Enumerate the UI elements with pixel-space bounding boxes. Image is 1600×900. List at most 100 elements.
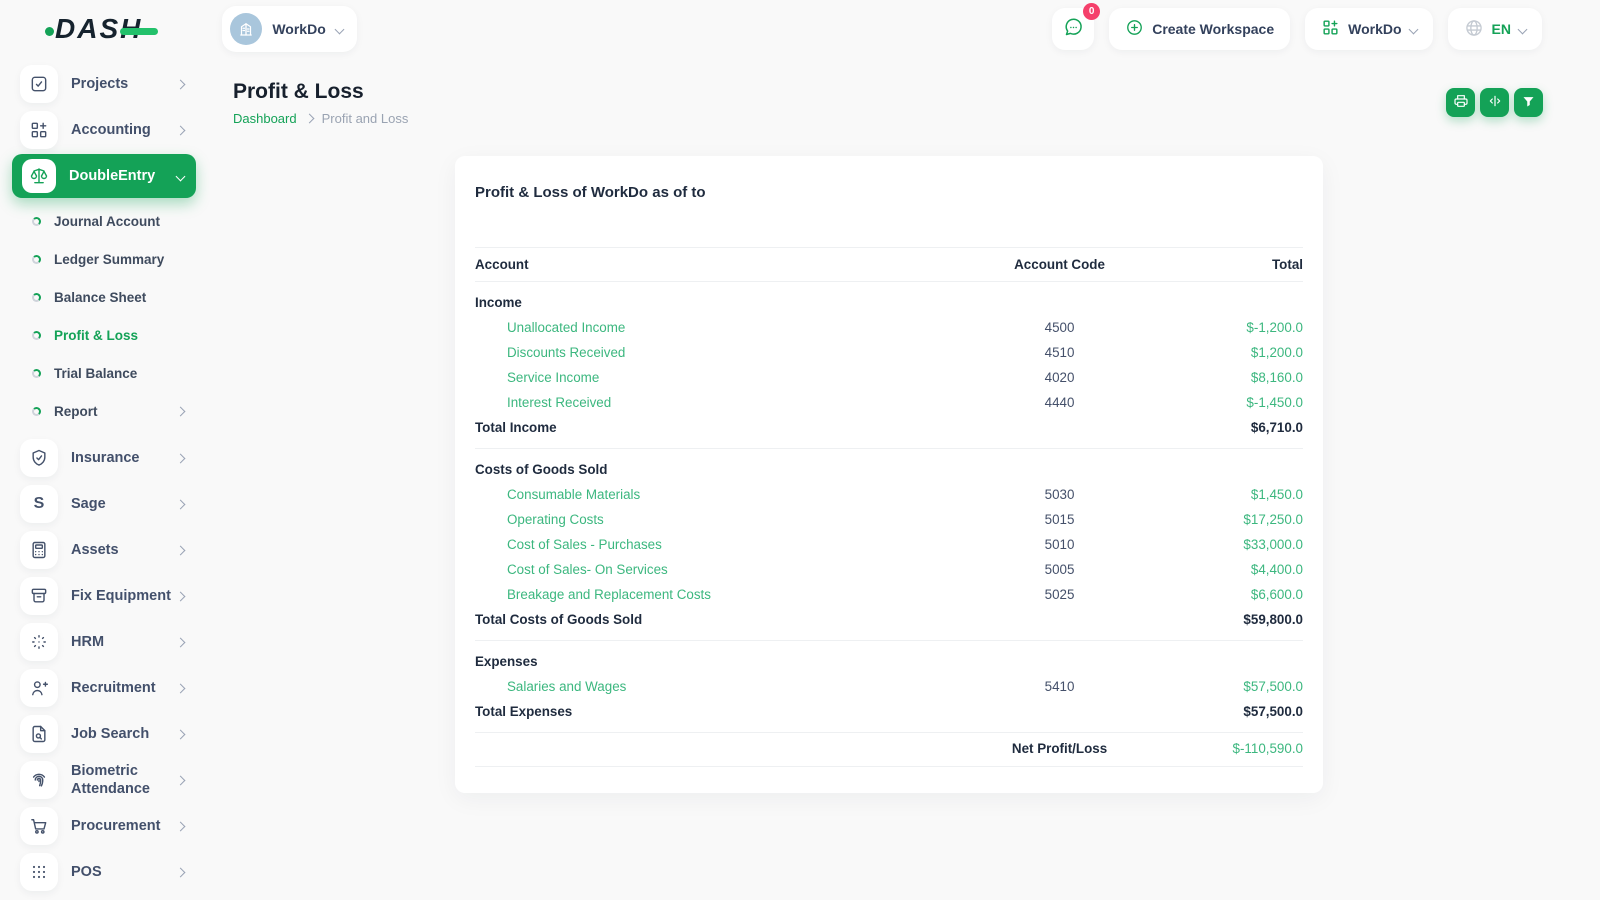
sidebar-item-fix-equipment[interactable]: Fix Equipment bbox=[12, 574, 196, 618]
breadcrumb-dashboard-link[interactable]: Dashboard bbox=[233, 111, 297, 126]
bullet-ring-icon bbox=[32, 331, 41, 340]
chevron-right-icon bbox=[176, 821, 186, 831]
sidebar-subitem-report[interactable]: Report bbox=[0, 392, 210, 430]
sidebar-subitem-balance-sheet[interactable]: Balance Sheet bbox=[0, 278, 210, 316]
report-actions bbox=[1446, 88, 1543, 117]
sidebar-item-projects[interactable]: Projects bbox=[12, 62, 196, 106]
account-code: 4500 bbox=[961, 315, 1157, 340]
sidebar-item-sage[interactable]: SSage bbox=[12, 482, 196, 526]
sidebar-item-recruitment[interactable]: Recruitment bbox=[12, 666, 196, 710]
account-link[interactable]: Cost of Sales - Purchases bbox=[507, 537, 662, 552]
chevron-right-icon bbox=[176, 125, 186, 135]
sidebar-item-insurance[interactable]: Insurance bbox=[12, 436, 196, 480]
account-total: $-1,450.0 bbox=[1158, 390, 1303, 415]
sidebar-item-pos[interactable]: POS bbox=[12, 850, 196, 894]
plus-circle-icon bbox=[1125, 18, 1144, 40]
account-code: 5025 bbox=[961, 582, 1157, 607]
sidebar-item-doubleentry[interactable]: DoubleEntry bbox=[12, 154, 196, 198]
messages-button[interactable]: 0 bbox=[1052, 8, 1094, 50]
section-total-label: Total Expenses bbox=[475, 699, 961, 733]
workdo-dropdown[interactable]: WorkDo bbox=[1305, 8, 1432, 50]
sidebar-item-label: Job Search bbox=[71, 725, 177, 743]
sidebar-subitem-label: Balance Sheet bbox=[54, 290, 188, 305]
sidebar-subitem-label: Ledger Summary bbox=[54, 252, 188, 267]
page-title: Profit & Loss bbox=[233, 80, 1600, 104]
language-selector[interactable]: EN bbox=[1448, 8, 1542, 50]
sidebar-item-assets[interactable]: Assets bbox=[12, 528, 196, 572]
workspace-switcher[interactable]: WorkDo bbox=[222, 6, 356, 52]
account-total: $33,000.0 bbox=[1158, 532, 1303, 557]
account-link[interactable]: Salaries and Wages bbox=[507, 679, 626, 694]
account-link[interactable]: Interest Received bbox=[507, 395, 611, 410]
chevron-right-icon bbox=[176, 867, 186, 877]
globe-icon bbox=[1464, 18, 1484, 41]
chevron-right-icon bbox=[176, 775, 186, 785]
file-search-icon bbox=[20, 715, 58, 753]
table-row: Breakage and Replacement Costs5025$6,600… bbox=[475, 582, 1303, 607]
chevron-right-icon bbox=[176, 406, 186, 416]
sidebar-item-label: Accounting bbox=[71, 121, 177, 139]
account-total: $8,160.0 bbox=[1158, 365, 1303, 390]
section-total-row: Total Expenses $57,500.0 bbox=[475, 699, 1303, 733]
chevron-right-icon bbox=[176, 591, 186, 601]
account-link[interactable]: Unallocated Income bbox=[507, 320, 625, 335]
chevron-down-icon bbox=[334, 24, 344, 34]
account-link[interactable]: Breakage and Replacement Costs bbox=[507, 587, 711, 602]
toggle-columns-button[interactable] bbox=[1480, 88, 1509, 117]
table-row: Cost of Sales - Purchases 5010$33,000.0 bbox=[475, 532, 1303, 557]
section-total-value: $59,800.0 bbox=[1158, 607, 1303, 641]
account-code: 4020 bbox=[961, 365, 1157, 390]
account-link[interactable]: Cost of Sales- On Services bbox=[507, 562, 668, 577]
bullet-ring-icon bbox=[32, 369, 41, 378]
checkbox-icon bbox=[20, 65, 58, 103]
sidebar-item-job-search[interactable]: Job Search bbox=[12, 712, 196, 756]
net-profit-loss-value: $-110,590.0 bbox=[1158, 733, 1303, 767]
account-link[interactable]: Service Income bbox=[507, 370, 599, 385]
account-link[interactable]: Operating Costs bbox=[507, 512, 604, 527]
sidebar-item-accounting[interactable]: Accounting bbox=[12, 108, 196, 152]
dash-logo[interactable]: DASH bbox=[55, 13, 142, 45]
filter-button[interactable] bbox=[1514, 88, 1543, 117]
messages-badge: 0 bbox=[1083, 3, 1100, 20]
section-name: Income bbox=[475, 282, 961, 316]
column-header-account-code: Account Code bbox=[961, 248, 1157, 282]
table-row: Unallocated Income4500$-1,200.0 bbox=[475, 315, 1303, 340]
column-header-account: Account bbox=[475, 248, 961, 282]
account-link[interactable]: Discounts Received bbox=[507, 345, 625, 360]
sidebar-subitem-ledger-summary[interactable]: Ledger Summary bbox=[0, 240, 210, 278]
topbar: DASH WorkDo 0 bbox=[0, 0, 1600, 58]
account-code: 5010 bbox=[961, 532, 1157, 557]
bullet-ring-icon bbox=[32, 407, 41, 416]
chevron-right-icon bbox=[176, 683, 186, 693]
sidebar-item-label: Recruitment bbox=[71, 679, 177, 697]
print-button[interactable] bbox=[1446, 88, 1475, 117]
workdo-dropdown-label: WorkDo bbox=[1348, 21, 1401, 37]
table-row: Operating Costs5015$17,250.0 bbox=[475, 507, 1303, 532]
sidebar-item-procurement[interactable]: Procurement bbox=[12, 804, 196, 848]
section-total-row: Total Costs of Goods Sold$59,800.0 bbox=[475, 607, 1303, 641]
sidebar-item-hrm[interactable]: HRM bbox=[12, 620, 196, 664]
table-row: Service Income 4020$8,160.0 bbox=[475, 365, 1303, 390]
chat-bubble-icon bbox=[1063, 17, 1084, 41]
section-total-value: $57,500.0 bbox=[1158, 699, 1303, 733]
chevron-down-icon bbox=[1408, 24, 1418, 34]
profit-loss-table: Account Account Code Total IncomeUnalloc… bbox=[475, 247, 1303, 767]
fingerprint-icon bbox=[20, 761, 58, 799]
sidebar-item-biometric-attendance[interactable]: Biometric Attendance bbox=[12, 758, 196, 802]
printer-icon bbox=[1453, 93, 1469, 112]
sidebar-subitem-journal-account[interactable]: Journal Account bbox=[0, 202, 210, 240]
focus-dots-icon bbox=[20, 623, 58, 661]
chevron-right-icon bbox=[176, 729, 186, 739]
section-name: Expenses bbox=[475, 641, 961, 675]
table-row: Consumable Materials5030$1,450.0 bbox=[475, 482, 1303, 507]
account-code: 4440 bbox=[961, 390, 1157, 415]
sidebar-subitem-trial-balance[interactable]: Trial Balance bbox=[0, 354, 210, 392]
page-header: Profit & Loss Dashboard Profit and Loss bbox=[210, 58, 1600, 126]
account-total: $57,500.0 bbox=[1158, 674, 1303, 699]
sidebar-subitem-profit-loss[interactable]: Profit & Loss bbox=[0, 316, 210, 354]
card-title: Profit & Loss of WorkDo as of to bbox=[475, 184, 1303, 201]
account-total: $17,250.0 bbox=[1158, 507, 1303, 532]
create-workspace-button[interactable]: Create Workspace bbox=[1109, 8, 1290, 50]
chevron-right-icon bbox=[176, 453, 186, 463]
account-link[interactable]: Consumable Materials bbox=[507, 487, 640, 502]
